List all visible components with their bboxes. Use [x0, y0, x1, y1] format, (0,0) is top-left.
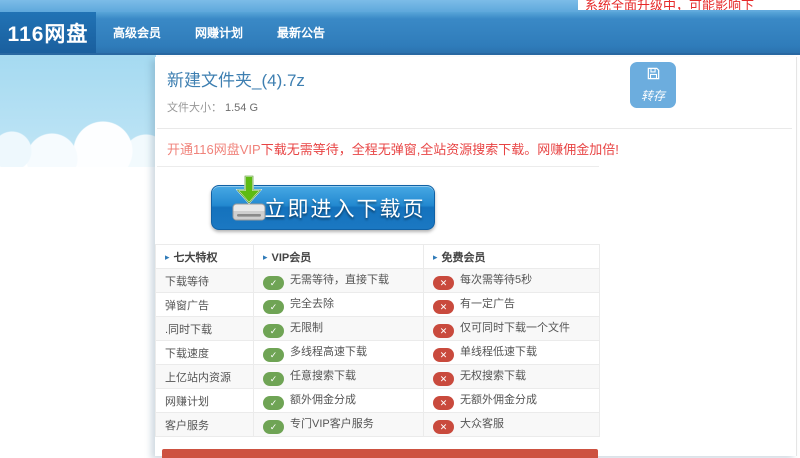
free-cell: ✕ 有一定广告 — [423, 292, 600, 317]
free-cell-text: 大众客服 — [460, 418, 504, 430]
feature-cell: 客户服务 — [155, 412, 254, 437]
vip-promo-text: 开通116网盘VIP下载无需等待，全程无弹窗,全站资源搜索下载。网赚佣金加倍! — [167, 139, 796, 158]
vip-cell: ✓ 无限制 — [253, 316, 424, 341]
col-header-vip: ▸ VIP会员 — [253, 244, 424, 269]
check-icon: ✓ — [263, 276, 284, 290]
download-arrow-icon — [226, 174, 272, 228]
divider — [157, 166, 599, 167]
nav-item-announcements[interactable]: 最新公告 — [277, 24, 325, 41]
nav-menu: 高级会员 网赚计划 最新公告 — [96, 12, 325, 53]
col-header-free: ▸ 免费会员 — [423, 244, 600, 269]
bullet-arrow-icon: ▸ — [263, 251, 268, 262]
privileges-table: ▸ 七大特权 ▸ VIP会员 ▸ 免费会员 下载等待 ✓ 无需等待，直接下载 ✕ 每次需等… — [155, 244, 600, 437]
download-page-button[interactable]: 立即进入下载页 — [211, 175, 435, 230]
nav-item-affiliate[interactable]: 网赚计划 — [195, 24, 243, 41]
vip-cell-text: 额外佣金分成 — [290, 394, 356, 406]
table-row: 客户服务 ✓ 专门VIP客户服务 ✕ 大众客服 — [155, 412, 600, 437]
file-size: 文件大小： 1.54 G — [167, 99, 796, 115]
feature-cell: 上亿站内资源 — [155, 364, 254, 389]
feature-cell: .同时下载 — [155, 316, 254, 341]
navbar: 116网盘 高级会员 网赚计划 最新公告 — [0, 12, 800, 55]
save-to-drive-button[interactable]: 转存 — [630, 62, 676, 108]
col-header-label: VIP会员 — [271, 251, 312, 264]
nav-item-premium[interactable]: 高级会员 — [113, 24, 161, 41]
bullet-arrow-icon: ▸ — [433, 251, 438, 262]
vip-cell-text: 无需等待，直接下载 — [290, 274, 389, 286]
check-icon: ✓ — [263, 372, 284, 386]
notice-marquee: 系统全面升级中，可能影响下 — [578, 0, 800, 10]
feature-cell: 网赚计划 — [155, 388, 254, 413]
free-cell-text: 无额外佣金分成 — [460, 394, 537, 406]
notice-bar: 系统全面升级中，可能影响下 — [0, 0, 800, 12]
vip-cell: ✓ 任意搜索下载 — [253, 364, 424, 389]
vip-cell: ✓ 无需等待，直接下载 — [253, 268, 424, 293]
file-title: 新建文件夹_(4).7z — [167, 71, 305, 90]
col-header-label: 免费会员 — [441, 251, 486, 264]
file-size-value: 1.54 G — [225, 102, 259, 114]
vip-cell-text: 无限制 — [290, 322, 323, 334]
vip-cell: ✓ 额外佣金分成 — [253, 388, 424, 413]
table-row: 网赚计划 ✓ 额外佣金分成 ✕ 无额外佣金分成 — [155, 388, 600, 413]
content-stage: 新建文件夹_(4).7z 文件大小： 1.54 G 转存 开通116网盘VIP下… — [0, 55, 800, 458]
feature-cell: 下载等待 — [155, 268, 254, 293]
main-card: 新建文件夹_(4).7z 文件大小： 1.54 G 转存 开通116网盘VIP下… — [155, 57, 797, 458]
table-header-row: ▸ 七大特权 ▸ VIP会员 ▸ 免费会员 — [155, 244, 600, 269]
cross-icon: ✕ — [433, 300, 454, 314]
free-cell: ✕ 仅可同时下载一个文件 — [423, 316, 600, 341]
table-row: .同时下载 ✓ 无限制 ✕ 仅可同时下载一个文件 — [155, 316, 600, 341]
col-header-label: 七大特权 — [173, 251, 218, 264]
table-row: 下载速度 ✓ 多线程高速下载 ✕ 单线程低速下载 — [155, 340, 600, 365]
free-cell-text: 仅可同时下载一个文件 — [460, 322, 570, 334]
vip-cell-text: 任意搜索下载 — [290, 370, 356, 382]
vip-cell: ✓ 完全去除 — [253, 292, 424, 317]
save-button-label: 转存 — [640, 89, 665, 103]
divider — [157, 128, 792, 129]
check-icon: ✓ — [263, 420, 284, 434]
feature-cell: 下载速度 — [155, 340, 254, 365]
table-row: 下载等待 ✓ 无需等待，直接下载 ✕ 每次需等待5秒 — [155, 268, 600, 293]
free-cell: ✕ 单线程低速下载 — [423, 340, 600, 365]
vip-cell: ✓ 多线程高速下载 — [253, 340, 424, 365]
notice-text: 系统全面升级中，可能影响下 — [585, 0, 755, 10]
vip-cell-text: 专门VIP客户服务 — [290, 418, 374, 430]
floppy-disk-icon — [646, 66, 661, 86]
vip-cell-text: 多线程高速下载 — [290, 346, 367, 358]
free-cell: ✕ 大众客服 — [423, 412, 600, 437]
free-cell-text: 有一定广告 — [460, 298, 515, 310]
check-icon: ✓ — [263, 324, 284, 338]
cross-icon: ✕ — [433, 372, 454, 386]
cross-icon: ✕ — [433, 276, 454, 290]
check-icon: ✓ — [263, 300, 284, 314]
free-cell-text: 单线程低速下载 — [460, 346, 537, 358]
cross-icon: ✕ — [433, 348, 454, 362]
file-header: 新建文件夹_(4).7z 文件大小： 1.54 G 转存 — [155, 57, 796, 115]
check-icon: ✓ — [263, 348, 284, 362]
sky-background — [0, 55, 156, 167]
free-cell-text: 无权搜索下载 — [460, 370, 526, 382]
feature-cell: 弹窗广告 — [155, 292, 254, 317]
download-button-label: 立即进入下载页 — [264, 197, 426, 221]
cross-icon: ✕ — [433, 324, 454, 338]
promo-rest: 下载无需等待，全程无弹窗,全站资源搜索下载。网赚佣金加倍! — [260, 142, 619, 157]
become-vip-button[interactable]: 立即成为VIP会员 — [162, 449, 598, 458]
table-row: 上亿站内资源 ✓ 任意搜索下载 ✕ 无权搜索下载 — [155, 364, 600, 389]
col-header-privileges: ▸ 七大特权 — [155, 244, 254, 269]
free-cell-text: 每次需等待5秒 — [460, 274, 533, 286]
check-icon: ✓ — [263, 396, 284, 410]
cross-icon: ✕ — [433, 420, 454, 434]
vip-cell-text: 完全去除 — [290, 298, 334, 310]
page: 系统全面升级中，可能影响下 116网盘 高级会员 网赚计划 最新公告 新建文件夹… — [0, 0, 800, 458]
free-cell: ✕ 无额外佣金分成 — [423, 388, 600, 413]
cross-icon: ✕ — [433, 396, 454, 410]
free-cell: ✕ 无权搜索下载 — [423, 364, 600, 389]
vip-cell: ✓ 专门VIP客户服务 — [253, 412, 424, 437]
table-row: 弹窗广告 ✓ 完全去除 ✕ 有一定广告 — [155, 292, 600, 317]
site-logo[interactable]: 116网盘 — [0, 12, 96, 53]
free-cell: ✕ 每次需等待5秒 — [423, 268, 600, 293]
promo-highlight: 开通116网盘VIP — [167, 142, 261, 157]
file-size-label: 文件大小： — [167, 102, 222, 114]
bullet-arrow-icon: ▸ — [165, 251, 170, 262]
